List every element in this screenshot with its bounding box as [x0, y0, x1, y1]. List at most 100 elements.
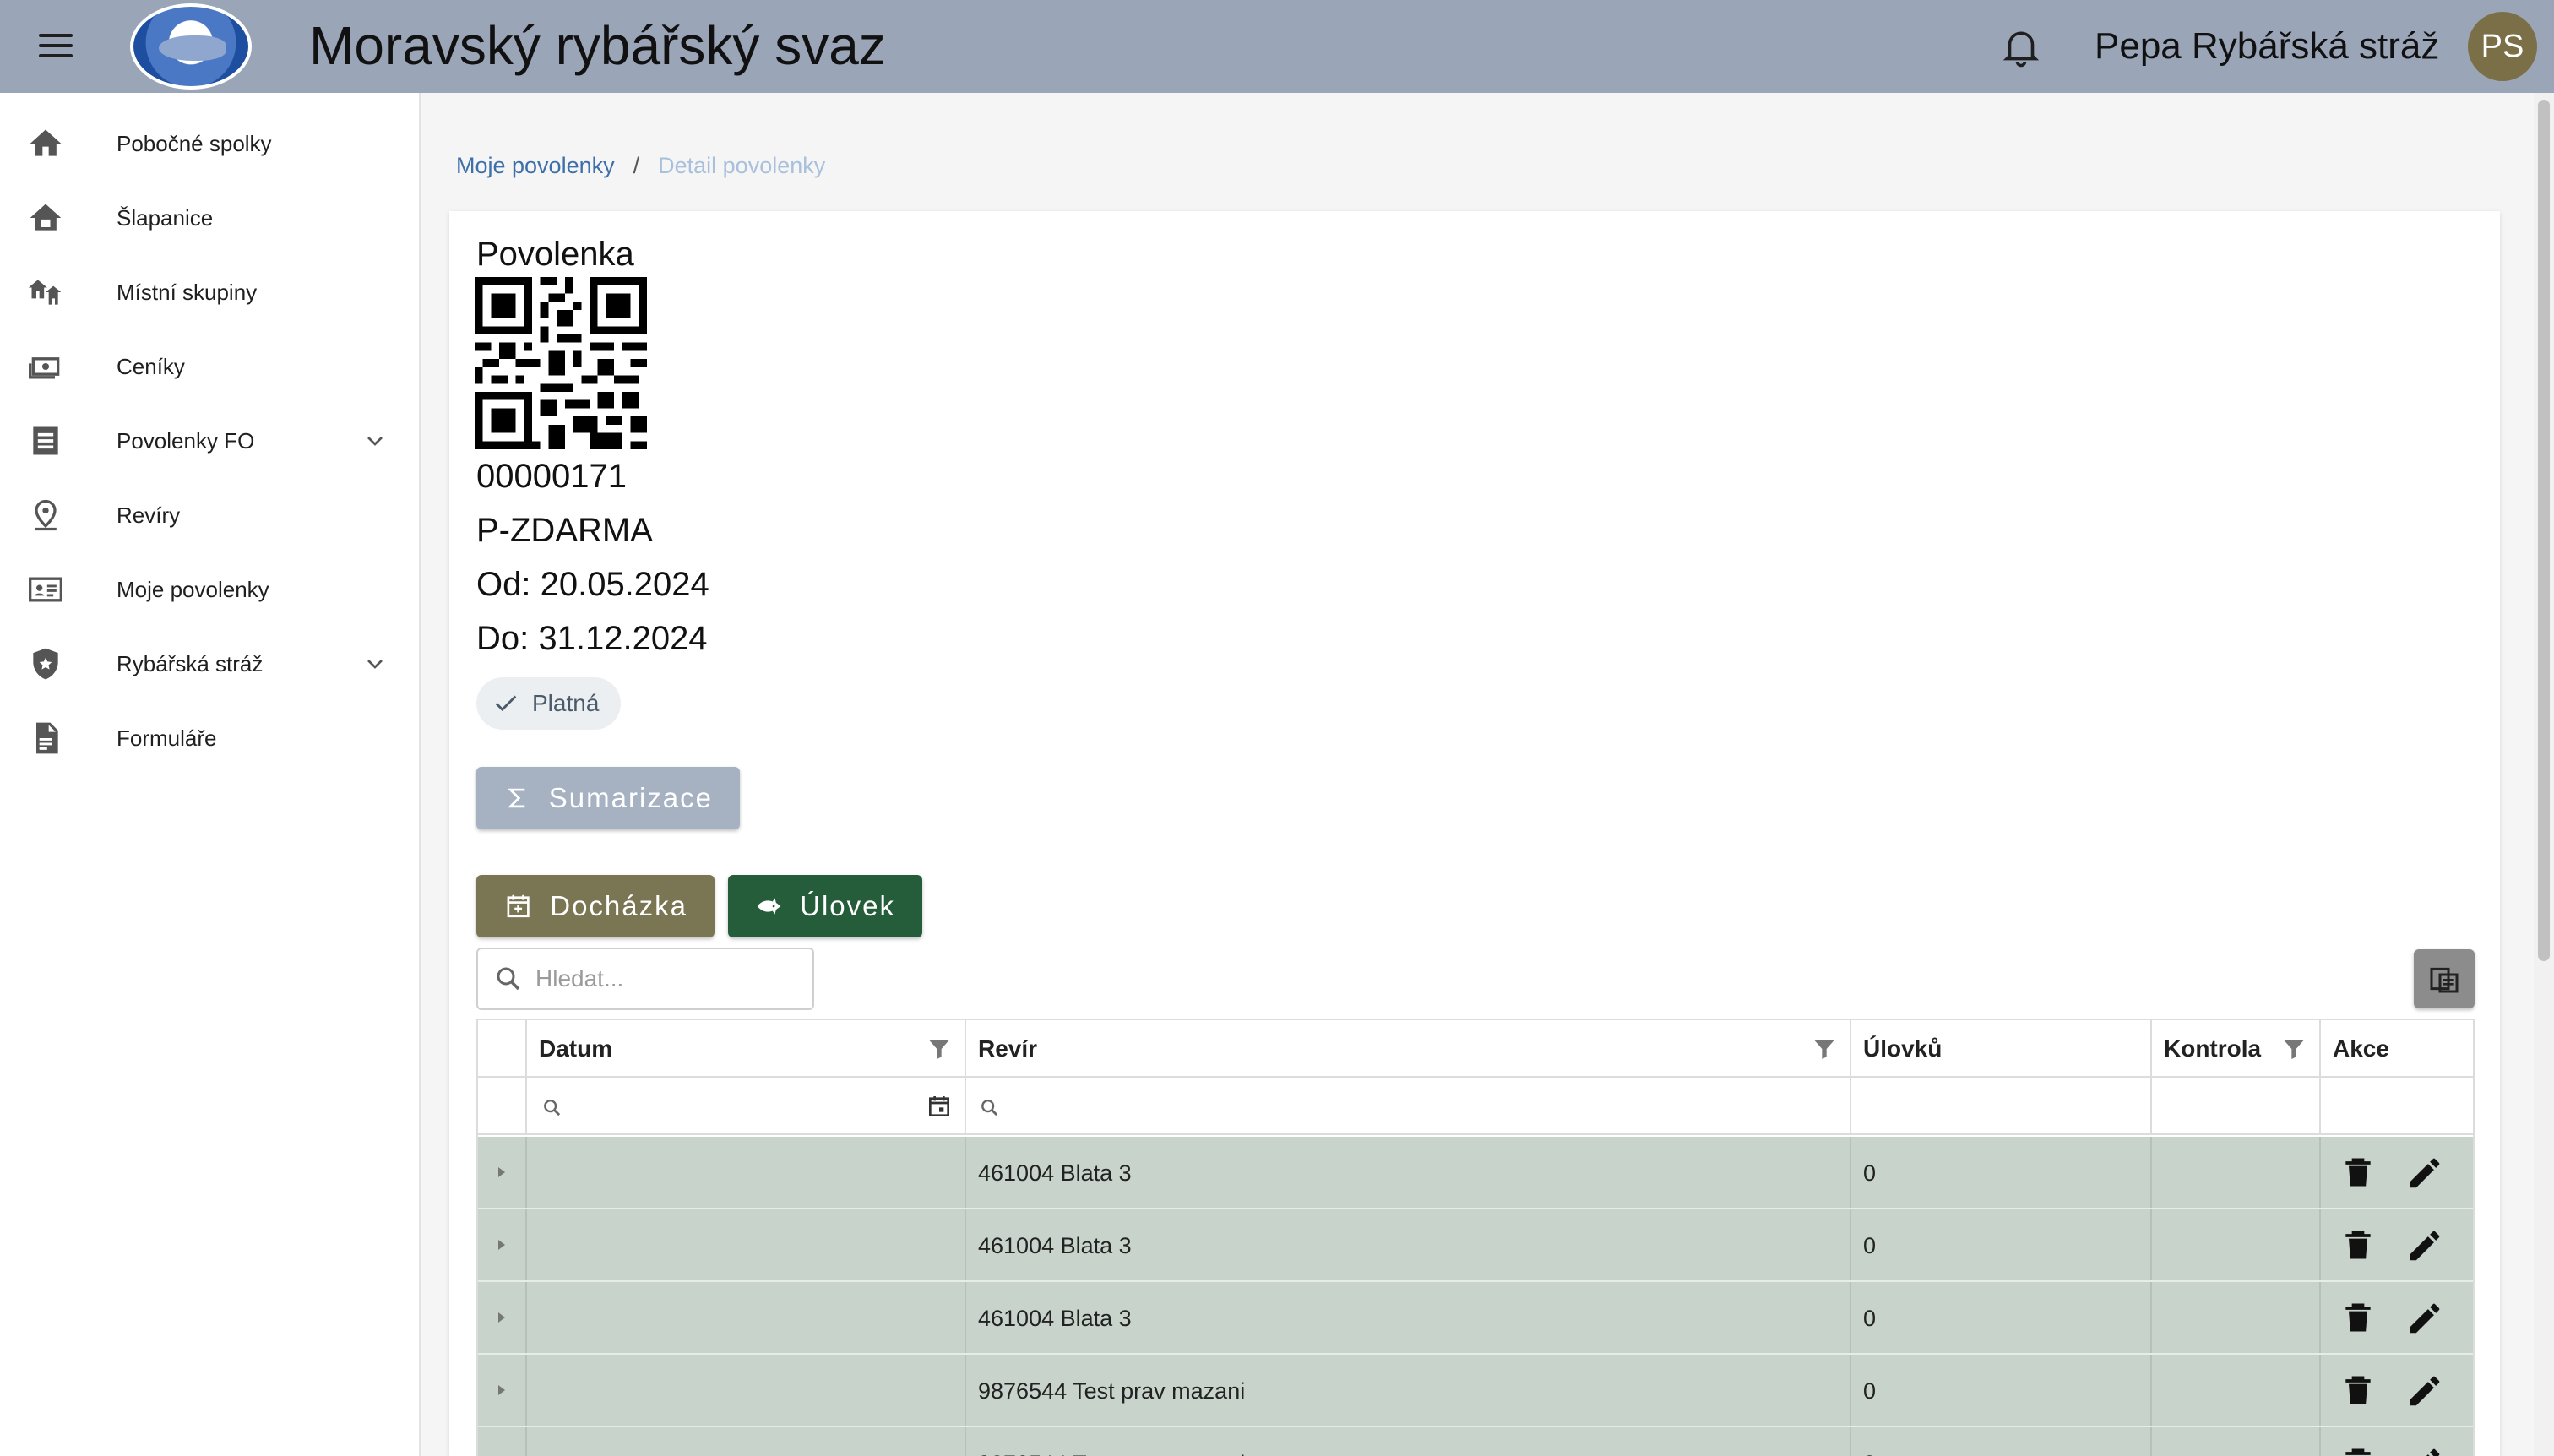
police-badge-icon: [33, 648, 58, 680]
check-icon: [495, 695, 517, 712]
chevron-down-icon[interactable]: [361, 427, 389, 454]
table-row[interactable]: 9876544 Test prav mazani 0: [478, 1427, 2473, 1456]
home-icon: [30, 129, 62, 156]
user-name[interactable]: Pepa Rybářská stráž: [2095, 20, 2439, 73]
scrollbar-thumb[interactable]: [2538, 100, 2550, 961]
map-marker-icon: [35, 499, 57, 531]
summary-button[interactable]: Sumarizace: [476, 767, 740, 829]
edit-icon[interactable]: [2405, 1444, 2444, 1456]
catch-button-label: Úlovek: [800, 890, 895, 921]
header-date[interactable]: Datum: [527, 1020, 966, 1076]
filter-icon[interactable]: [2280, 1035, 2307, 1062]
sidebar-item-slapanice[interactable]: Šlapanice: [0, 181, 419, 255]
cell-catches: 0: [1863, 1306, 1877, 1331]
breadcrumb-current: Detail povolenky: [658, 153, 826, 178]
edit-icon[interactable]: [2405, 1226, 2444, 1265]
search-input[interactable]: [535, 965, 789, 992]
edit-icon[interactable]: [2405, 1154, 2444, 1193]
sidebar-item-label: Povolenky FO: [117, 428, 255, 454]
chevron-down-icon[interactable]: [361, 650, 389, 677]
sidebar-item-label: Moje povolenky: [117, 577, 269, 602]
menu-icon[interactable]: [39, 30, 73, 61]
table-header: Datum Revír Úlovků Kontrola Akce: [478, 1020, 2473, 1078]
filter-expander: [478, 1078, 527, 1133]
date-filter-input[interactable]: [527, 1078, 966, 1133]
attendance-button[interactable]: Docházka: [476, 875, 715, 937]
cell-area: 9876544 Test prav mazani: [978, 1427, 1245, 1456]
filter-icon[interactable]: [1811, 1035, 1838, 1062]
header-catches[interactable]: Úlovků: [1851, 1020, 2152, 1076]
sidebar-item-reviry[interactable]: Revíry: [0, 478, 419, 552]
sidebar-item-moje-povolenky[interactable]: Moje povolenky: [0, 552, 419, 627]
cell-area: 461004 Blata 3: [978, 1233, 1132, 1258]
sidebar-item-label: Místní skupiny: [117, 280, 258, 305]
expand-row-icon[interactable]: [498, 1385, 505, 1395]
sidebar-item-label: Revíry: [117, 503, 181, 528]
delete-icon[interactable]: [2339, 1226, 2377, 1263]
edit-icon[interactable]: [2405, 1299, 2444, 1338]
sidebar-item-ceniky[interactable]: Ceníky: [0, 329, 419, 404]
delete-icon[interactable]: [2339, 1299, 2377, 1336]
catches-filter-cell: [1851, 1078, 2152, 1133]
status-badge: Platná: [476, 677, 622, 730]
permit-valid-from: Od: 20.05.2024: [476, 566, 709, 603]
column-label: Kontrola: [2164, 1035, 2262, 1062]
header-control[interactable]: Kontrola: [2152, 1020, 2321, 1076]
sidebar-item-label: Šlapanice: [117, 205, 214, 231]
cell-catches: 0: [1863, 1233, 1877, 1258]
expand-row-icon[interactable]: [498, 1167, 505, 1177]
attendance-button-label: Docházka: [550, 890, 687, 921]
actions-filter-cell: [2321, 1078, 2473, 1133]
attendance-table: Datum Revír Úlovků Kontrola Akce 461004 …: [476, 1019, 2475, 1456]
table-row[interactable]: 461004 Blata 3 0: [478, 1137, 2473, 1209]
qr-code: [475, 277, 647, 449]
header-area[interactable]: Revír: [966, 1020, 1851, 1076]
sidebar: Pobočné spolky Šlapanice Místní skupiny …: [0, 93, 421, 1456]
sidebar-item-povolenky-fo[interactable]: Povolenky FO: [0, 404, 419, 478]
column-label: Úlovků: [1863, 1035, 1943, 1062]
calendar-icon[interactable]: [926, 1093, 953, 1120]
export-button[interactable]: [2414, 949, 2475, 1008]
cell-area: 461004 Blata 3: [978, 1306, 1132, 1331]
breadcrumb-link[interactable]: Moje povolenky: [456, 153, 615, 178]
table-row[interactable]: 461004 Blata 3 0: [478, 1282, 2473, 1355]
home-group-icon: [28, 280, 62, 305]
sidebar-item-label: Rybářská stráž: [117, 651, 264, 676]
catch-button[interactable]: Úlovek: [728, 875, 922, 937]
app-title: Moravský rybářský svaz: [309, 15, 886, 76]
expand-row-icon[interactable]: [498, 1312, 505, 1323]
page-scrollbar[interactable]: [2534, 93, 2554, 1456]
filter-icon[interactable]: [926, 1035, 953, 1062]
search-icon: [544, 1100, 561, 1116]
column-label: Datum: [539, 1035, 613, 1062]
file-document-icon: [36, 722, 58, 754]
sidebar-item-rybarska-straz[interactable]: Rybářská stráž: [0, 627, 419, 701]
edit-icon[interactable]: [2405, 1372, 2444, 1410]
union-logo[interactable]: [130, 3, 252, 90]
delete-icon[interactable]: [2339, 1444, 2377, 1456]
expand-row-icon[interactable]: [498, 1240, 505, 1250]
search-icon: [981, 1100, 998, 1116]
table-row[interactable]: 9876544 Test prav mazani 0: [478, 1355, 2473, 1427]
avatar[interactable]: PS: [2468, 12, 2537, 81]
delete-icon[interactable]: [2339, 1154, 2377, 1191]
sidebar-item-mistni-skupiny[interactable]: Místní skupiny: [0, 255, 419, 329]
control-filter-cell: [2152, 1078, 2321, 1133]
summary-button-label: Sumarizace: [548, 782, 713, 813]
bell-icon[interactable]: [1998, 24, 2044, 69]
sidebar-item-formulare[interactable]: Formuláře: [0, 701, 419, 775]
permit-number: 00000171: [476, 458, 627, 495]
cell-catches: 0: [1863, 1160, 1877, 1186]
sigma-icon: [508, 788, 525, 808]
home-variant-icon: [30, 204, 62, 231]
table-row[interactable]: 461004 Blata 3 0: [478, 1209, 2473, 1282]
delete-icon[interactable]: [2339, 1372, 2377, 1409]
search-field[interactable]: [476, 948, 814, 1010]
list-icon: [33, 426, 58, 455]
export-icon: [2430, 967, 2459, 993]
sidebar-item-label: Ceníky: [117, 354, 185, 379]
area-filter-input[interactable]: [966, 1078, 1851, 1133]
cell-area: 461004 Blata 3: [978, 1160, 1132, 1186]
sidebar-item-pobocne-spolky[interactable]: Pobočné spolky: [0, 106, 419, 181]
column-label: Akce: [2333, 1035, 2389, 1062]
